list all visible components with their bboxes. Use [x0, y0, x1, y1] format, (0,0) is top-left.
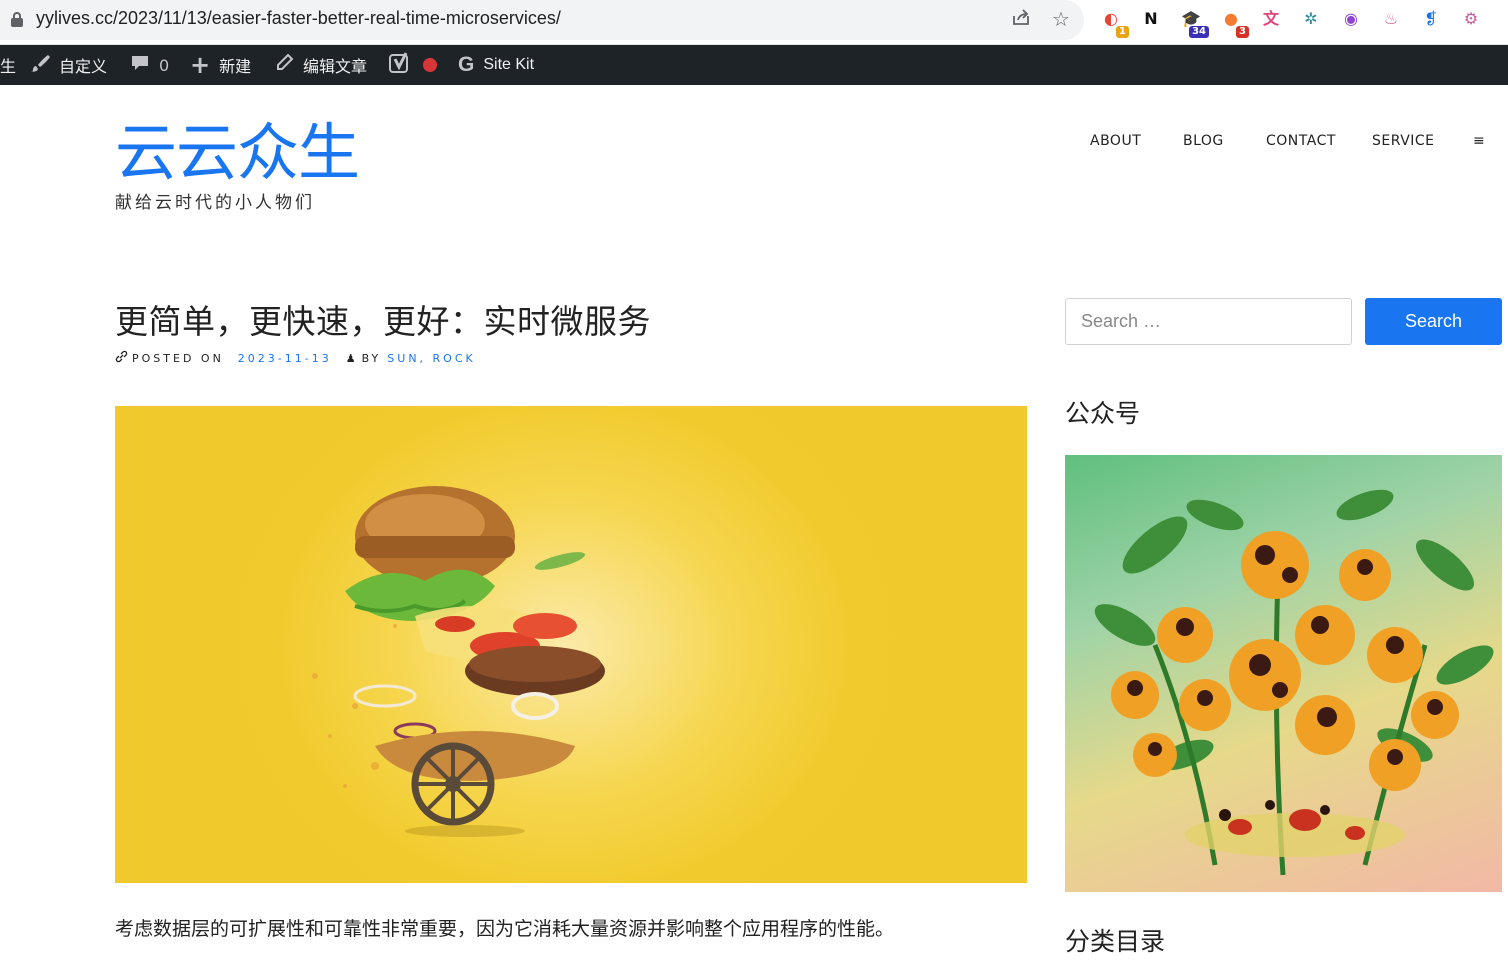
customize-button[interactable]: 自定义 [30, 45, 107, 85]
extension-glyph: N [1144, 9, 1158, 28]
google-g-icon: G [458, 53, 475, 76]
extension-icon[interactable]: ● 3 [1218, 6, 1249, 38]
extension-glyph: ◐ [1104, 9, 1118, 28]
notion-icon[interactable]: N [1138, 6, 1164, 32]
admin-site-label: 生 [0, 57, 17, 76]
new-content-button[interactable]: + 新建 [190, 45, 251, 85]
ant-illustration [1094, 489, 1494, 876]
share-icon[interactable] [1008, 7, 1034, 32]
extension-badge: 1 [1116, 26, 1129, 38]
customize-label: 自定义 [59, 57, 108, 76]
widget-title-wechat: 公众号 [1065, 399, 1141, 428]
burger-illustration [312, 486, 605, 837]
by-label: BY [361, 351, 382, 365]
site-tagline: 献给云时代的小人物们 [115, 193, 315, 213]
extension-icon[interactable]: ◐ 1 [1098, 6, 1129, 38]
new-label: 新建 [219, 57, 252, 76]
extension-badge: 34 [1189, 26, 1209, 38]
plus-icon: + [190, 51, 211, 79]
sitekit-menu[interactable]: G Site Kit [458, 45, 534, 85]
extension-icon[interactable]: ◉ [1338, 6, 1364, 32]
search-input[interactable] [1065, 298, 1352, 345]
posted-on-label: POSTED ON [132, 351, 224, 365]
wp-admin-bar: 生 自定义 0 + 新建 编辑文章 G Site Kit [0, 45, 1508, 85]
sitekit-label: Site Kit [483, 56, 535, 73]
link-icon [115, 350, 128, 366]
browser-toolbar: yylives.cc/2023/11/13/easier-faster-bett… [0, 0, 1508, 45]
menu-toggle-icon[interactable]: ≡ [1473, 133, 1485, 149]
lock-icon[interactable] [11, 12, 23, 28]
extension-glyph: ● [1224, 9, 1238, 28]
extension-icon[interactable]: ♨ [1378, 6, 1404, 32]
yoast-menu[interactable] [389, 45, 437, 85]
wechat-image [1065, 455, 1502, 892]
extension-badge: 3 [1236, 26, 1249, 38]
post-meta: POSTED ON 2023-11-13 ♟ BY SUN, ROCK [115, 350, 476, 366]
extension-glyph: ◉ [1344, 9, 1358, 28]
extension-glyph: ✲ [1304, 9, 1318, 28]
site-title[interactable]: 云云众生 [115, 118, 360, 188]
graduation-cap-icon[interactable]: 🎓 34 [1178, 6, 1209, 38]
post-date-link[interactable]: 2023-11-13 [238, 352, 332, 365]
nav-blog[interactable]: BLOG [1183, 133, 1224, 149]
search-button[interactable]: Search [1365, 298, 1502, 345]
star-icon[interactable]: ☆ [1048, 7, 1074, 31]
extension-icon[interactable]: ✲ [1298, 6, 1324, 32]
edit-post-button[interactable]: 编辑文章 [274, 45, 367, 85]
address-bar[interactable]: yylives.cc/2023/11/13/easier-faster-bett… [0, 0, 1084, 40]
extension-glyph: 文 [1262, 9, 1279, 28]
comments-count: 0 [159, 55, 170, 75]
post-excerpt: 考虑数据层的可扩展性和可靠性非常重要，因为它消耗大量资源并影响整个应用程序的性能… [115, 918, 895, 940]
nav-contact[interactable]: CONTACT [1266, 133, 1336, 149]
admin-site-link[interactable]: 生 [0, 45, 16, 85]
extension-glyph: ❡ [1424, 9, 1438, 28]
extension-glyph: ♨ [1383, 9, 1399, 28]
widget-title-categories: 分类目录 [1065, 927, 1166, 956]
extension-glyph: ⚙ [1463, 9, 1479, 28]
author-icon: ♟ [345, 351, 356, 365]
extension-icon[interactable]: ❡ [1418, 6, 1444, 32]
author-link[interactable]: SUN, ROCK [387, 352, 475, 365]
seo-status-dot [423, 58, 437, 72]
featured-image[interactable] [115, 406, 1027, 883]
comments-button[interactable]: 0 [130, 45, 169, 85]
nav-about[interactable]: ABOUT [1090, 133, 1141, 149]
yoast-icon [389, 52, 411, 78]
translate-icon[interactable]: 文 [1258, 6, 1284, 32]
openai-icon[interactable]: ⚙ [1458, 6, 1484, 32]
pencil-icon [274, 53, 294, 78]
post-title: 更简单，更快速，更好：实时微服务 [115, 302, 651, 341]
url-text[interactable]: yylives.cc/2023/11/13/easier-faster-bett… [36, 8, 561, 29]
nav-service[interactable]: SERVICE [1372, 133, 1435, 149]
comment-icon [130, 53, 150, 78]
brush-icon [30, 53, 50, 78]
edit-post-label: 编辑文章 [303, 57, 368, 76]
